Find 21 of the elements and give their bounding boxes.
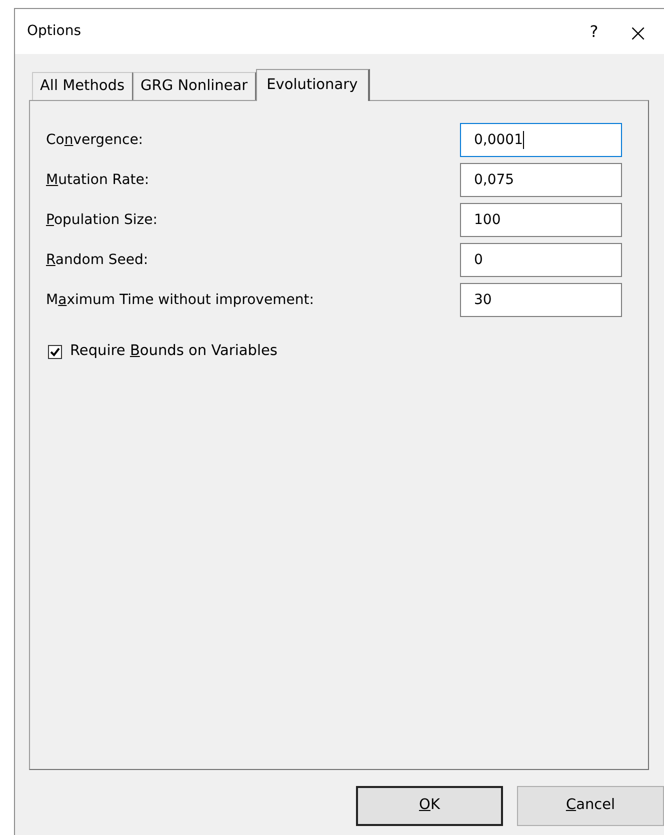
- input-field[interactable]: 0,0001: [460, 123, 622, 157]
- help-button[interactable]: ?: [572, 14, 616, 48]
- field-label: Population Size:: [46, 210, 158, 230]
- input-field[interactable]: 100: [460, 203, 622, 237]
- tab[interactable]: Evolutionary: [256, 69, 370, 101]
- field-label: Convergence:: [46, 130, 144, 150]
- field-label: Random Seed:: [46, 250, 150, 270]
- dialog-button[interactable]: Cancel: [517, 786, 664, 826]
- dialog-button[interactable]: OK: [356, 786, 503, 826]
- tab[interactable]: All Methods: [32, 72, 133, 100]
- input-field[interactable]: 30: [460, 283, 622, 317]
- tab[interactable]: GRG Nonlinear: [132, 72, 256, 100]
- close-button[interactable]: ×: [616, 14, 660, 48]
- checkbox[interactable]: [48, 344, 62, 359]
- window-title: Options: [27, 22, 82, 41]
- field-label: Mutation Rate:: [46, 170, 150, 190]
- field-label: Maximum Time without improvement:: [46, 290, 315, 310]
- input-field[interactable]: 0,075: [460, 163, 622, 197]
- checkbox-label: Require Bounds on Variables: [70, 342, 278, 361]
- input-field[interactable]: 0: [460, 243, 622, 277]
- checkmark-icon: [50, 346, 60, 357]
